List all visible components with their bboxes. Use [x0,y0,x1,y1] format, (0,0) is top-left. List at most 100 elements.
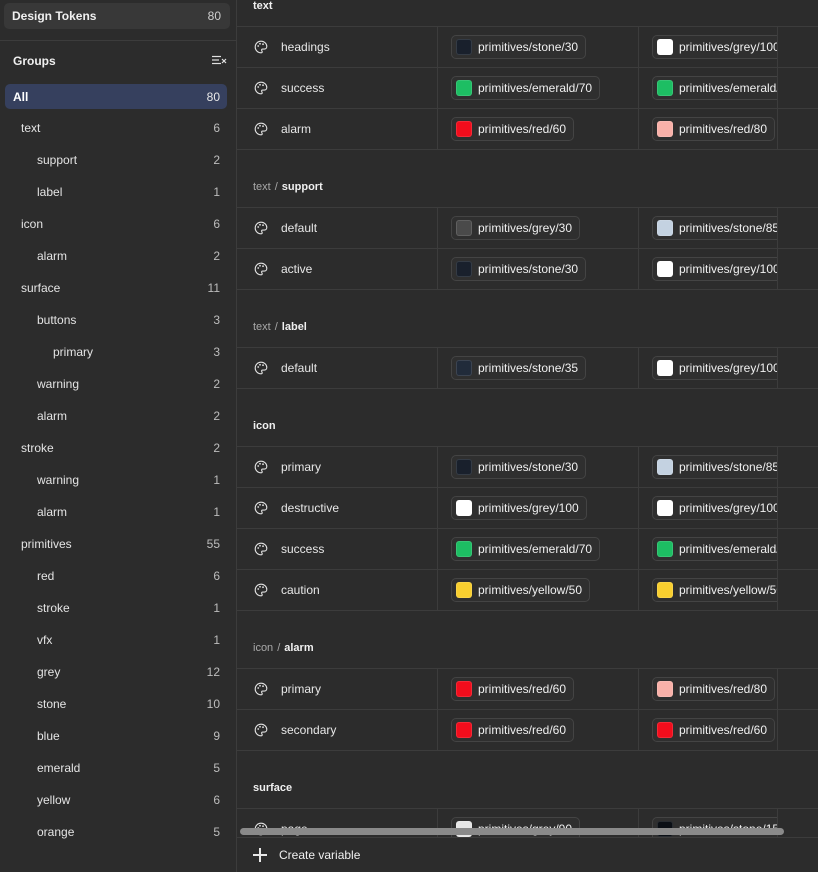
variable-name-cell[interactable]: alarm [237,109,438,149]
variable-name-cell[interactable]: primary [237,447,438,487]
mode-value-cell[interactable]: primitives/grey/100 [639,249,778,289]
group-item-yellow[interactable]: yellow 6 [0,784,236,816]
group-item-blue[interactable]: blue 9 [0,720,236,752]
mode-value-cell[interactable]: primitives/emerald/70 [438,68,639,108]
group-item-icon[interactable]: icon 6 [0,208,236,240]
alias-chip[interactable]: primitives/stone/30 [451,257,587,281]
mode-value-cell[interactable]: primitives/yellow/50 [639,570,778,610]
mode-value-cell[interactable]: primitives/emerald/70 [639,529,778,569]
alias-chip[interactable]: primitives/grey/100 [652,257,777,281]
mode-value-cell[interactable]: primitives/red/60 [639,710,778,750]
mode-value-cell[interactable]: primitives/stone/30 [438,249,639,289]
mode-value-cell[interactable]: primitives/grey/100 [639,488,778,528]
group-item-alarm[interactable]: alarm 1 [0,496,236,528]
group-item-grey[interactable]: grey 12 [0,656,236,688]
alias-chip[interactable]: primitives/red/80 [652,117,776,141]
alias-chip[interactable]: primitives/grey/30 [451,216,581,240]
mode-value-cell[interactable]: primitives/grey/100 [639,348,778,388]
variable-name-cell[interactable]: secondary [237,710,438,750]
alias-chip[interactable]: primitives/yellow/50 [652,578,777,602]
variable-row[interactable]: default primitives/grey/30 primitives/ston… [237,207,818,248]
variable-row[interactable]: headings primitives/stone/30 primitives/gr… [237,26,818,67]
group-item-red[interactable]: red 6 [0,560,236,592]
alias-chip[interactable]: primitives/grey/100 [451,496,587,520]
mode-value-cell[interactable]: primitives/grey/30 [438,208,639,248]
mode-value-cell[interactable]: primitives/red/60 [438,669,639,709]
alias-chip[interactable]: primitives/emerald/70 [652,537,777,561]
variable-name-cell[interactable]: primary [237,669,438,709]
variable-row[interactable]: success primitives/emerald/70 primitives/e… [237,528,818,569]
horizontal-scrollbar[interactable] [240,828,784,835]
alias-chip[interactable]: primitives/grey/100 [652,356,777,380]
mode-value-cell[interactable]: primitives/stone/35 [438,348,639,388]
mode-value-cell[interactable]: primitives/red/60 [438,109,639,149]
group-item-stroke[interactable]: stroke 2 [0,432,236,464]
variable-name-cell[interactable]: default [237,348,438,388]
group-item-buttons[interactable]: buttons 3 [0,304,236,336]
variable-name-cell[interactable]: caution [237,570,438,610]
mode-value-cell[interactable]: primitives/stone/30 [438,27,639,67]
alias-chip[interactable]: primitives/red/60 [652,718,776,742]
variable-name-cell[interactable]: headings [237,27,438,67]
group-item-surface[interactable]: surface 11 [0,272,236,304]
group-item-emerald[interactable]: emerald 5 [0,752,236,784]
variable-row[interactable]: default primitives/stone/35 primitives/gre… [237,347,818,388]
group-item-text[interactable]: text 6 [0,112,236,144]
alias-chip[interactable]: primitives/yellow/50 [451,578,591,602]
group-item-All[interactable]: All 80 [5,84,227,109]
group-item-warning[interactable]: warning 1 [0,464,236,496]
alias-chip[interactable]: primitives/stone/30 [451,35,587,59]
group-item-stone[interactable]: stone 10 [0,688,236,720]
alias-chip[interactable]: primitives/emerald/70 [652,76,777,100]
variable-row[interactable]: alarm primitives/red/60 primitives/red/80 [237,108,818,149]
variable-row[interactable]: primary primitives/red/60 primitives/red/8… [237,668,818,709]
variable-name-cell[interactable]: default [237,208,438,248]
mode-value-cell[interactable]: primitives/grey/100 [639,27,778,67]
alias-chip[interactable]: primitives/stone/30 [451,455,587,479]
alias-chip[interactable]: primitives/emerald/70 [451,537,601,561]
mode-value-cell[interactable]: primitives/stone/30 [438,447,639,487]
group-item-alarm[interactable]: alarm 2 [0,400,236,432]
mode-value-cell[interactable]: primitives/grey/100 [438,488,639,528]
variable-row[interactable]: caution primitives/yellow/50 primitives/ye… [237,569,818,610]
create-variable-button[interactable]: Create variable [237,837,818,872]
mode-value-cell[interactable]: primitives/red/80 [639,109,778,149]
mode-value-cell[interactable]: primitives/stone/85 [639,447,778,487]
group-item-stroke[interactable]: stroke 1 [0,592,236,624]
mode-value-cell[interactable]: primitives/red/80 [639,669,778,709]
mode-value-cell[interactable]: primitives/emerald/70 [438,529,639,569]
group-item-primary[interactable]: primary 3 [0,336,236,368]
group-item-vfx[interactable]: vfx 1 [0,624,236,656]
alias-chip[interactable]: primitives/grey/100 [652,35,777,59]
variable-row[interactable]: secondary primitives/red/60 primitives/red… [237,709,818,750]
collection-item[interactable]: Design Tokens 80 [4,3,230,29]
variable-name-cell[interactable]: destructive [237,488,438,528]
alias-chip[interactable]: primitives/emerald/70 [451,76,601,100]
mode-value-cell[interactable]: primitives/yellow/50 [438,570,639,610]
alias-chip[interactable]: primitives/red/60 [451,677,575,701]
mode-value-cell[interactable]: primitives/stone/85 [639,208,778,248]
variable-row[interactable]: destructive primitives/grey/100 primitives… [237,487,818,528]
alias-chip[interactable]: primitives/stone/85 [652,216,777,240]
alias-chip[interactable]: primitives/stone/35 [451,356,587,380]
variable-name-cell[interactable]: success [237,68,438,108]
variable-row[interactable]: primary primitives/stone/30 primitives/sto… [237,446,818,487]
variable-row[interactable]: success primitives/emerald/70 primitives/e… [237,67,818,108]
variable-name-cell[interactable]: success [237,529,438,569]
group-item-alarm[interactable]: alarm 2 [0,240,236,272]
group-item-orange[interactable]: orange 5 [0,816,236,848]
group-item-support[interactable]: support 2 [0,144,236,176]
alias-chip[interactable]: primitives/stone/85 [652,455,777,479]
alias-chip[interactable]: primitives/red/60 [451,718,575,742]
alias-chip[interactable]: primitives/grey/100 [652,496,777,520]
group-item-primitives[interactable]: primitives 55 [0,528,236,560]
alias-chip[interactable]: primitives/red/60 [451,117,575,141]
group-item-warning[interactable]: warning 2 [0,368,236,400]
mode-value-cell[interactable]: primitives/red/60 [438,710,639,750]
group-item-label[interactable]: label 1 [0,176,236,208]
alias-chip[interactable]: primitives/red/80 [652,677,776,701]
variable-row[interactable]: active primitives/stone/30 primitives/grey… [237,248,818,289]
mode-value-cell[interactable]: primitives/emerald/70 [639,68,778,108]
variable-name-cell[interactable]: active [237,249,438,289]
list-collapse-icon[interactable] [211,53,227,69]
